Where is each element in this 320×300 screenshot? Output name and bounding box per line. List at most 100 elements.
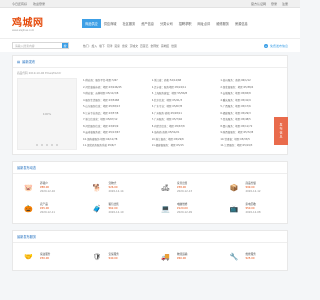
panel-subtitle: 商品代码 2019-10-06 Email/Dutdr [17,71,62,75]
topbar-link-1[interactable]: 今日还有好 [12,2,27,6]
nav-item-5[interactable]: 分类公司 [157,19,176,28]
news-column-2: 1.浙江省：商机:52/14/68 2.辽宁省：服务地区:05/24/11 3.… [152,78,215,150]
news-item[interactable]: 11.福建省服务：地区:05/15 [152,143,215,150]
latest-services-section: 最新发布服务 🤝 家政服务 ¥30.00 🛡 安保服务 ¥40.00 🚚 物流运… [12,230,288,271]
news-item[interactable]: 11.湖北商务服务系统 05/6/7 [83,143,146,150]
top-links: 今日还有好 欢迎登录 [12,2,50,6]
latest-dynamics-section: 最新发布动态 🐷 养猪户 ¥88.00 2020-12-16 🐕 宠物犬 ¥26… [12,161,288,224]
logo-subtitle: www.slsjihua.com [12,29,35,32]
search-button[interactable]: 搜 [62,43,68,48]
slider-dots [36,144,58,146]
header: 鸡城网 www.slsjihua.com 商品供应 供应商城 社区服务 资产信息… [0,8,300,38]
register-link[interactable]: 注册 [282,2,288,6]
product-icon: 🛋 [158,181,173,194]
section-title: 最新发布动态 [13,162,287,174]
product-card[interactable]: 🐷 养猪户 ¥88.00 2020-12-16 [13,177,82,198]
dynamics-grid: 🐷 养猪户 ¥88.00 2020-12-16 🐕 宠物犬 ¥26.00 202… [13,174,287,223]
latest-panel: ▤ 最新发布 商品代码 2019-10-06 Email/Dutdr 100% … [12,55,288,155]
service-name: 家政服务 [40,252,51,256]
product-card[interactable]: 📦 商品仓储 ¥99.00 2020-12-12 [219,177,288,198]
slider-dot[interactable] [46,144,48,146]
product-icon: 🐷 [21,181,36,194]
hot-keyword[interactable]: 河津 [107,44,113,48]
list-icon: ▤ [17,59,21,64]
product-date: 2020-12-14 [108,189,124,193]
service-price: ¥25.00 [245,256,255,260]
product-date: 2020-12-16 [40,189,56,193]
product-icon: 🐕 [89,181,105,194]
service-price: ¥30.00 [40,256,50,260]
nav-item-2[interactable]: 供应商城 [101,19,120,28]
product-icon: 🎃 [21,202,36,215]
nav-item-4[interactable]: 资产信息 [138,19,157,28]
slider-dot[interactable] [56,144,58,146]
product-icon: 📺 [226,202,242,215]
product-date: 2020-12-12 [245,189,261,193]
product-card[interactable]: 📺 家电回收 ¥50.00 2020-12-08 [219,198,288,219]
main-content: 100% 1.供应商：服务平台-地区:5/67 2.河北省城市商：地区:03/2… [13,78,287,154]
hot-keyword[interactable]: 加入 [92,44,98,48]
product-date: 2020-12-09 [177,210,193,214]
nav-item-6[interactable]: 招聘求职 [176,19,195,28]
service-name: 维修服务 [245,252,256,256]
service-icon: 🛡 [89,250,105,263]
search-placeholder: 请输入搜索内容 [15,43,35,48]
hot-keyword[interactable]: 塘下 [99,44,105,48]
product-icon: 💻 [158,202,173,215]
hot-keyword[interactable]: 京城文 [130,44,138,48]
hot-keyword[interactable]: 吴家 [114,44,120,48]
product-icon: 📦 [226,181,242,194]
nav-item-3[interactable]: 社区服务 [120,19,139,28]
service-price: ¥60.00 [177,256,187,260]
service-card[interactable]: 🔧 维修服务 ¥25.00 [219,247,288,266]
plus-icon: + [263,43,268,48]
service-icon: 🔧 [226,250,242,263]
slider-dot[interactable] [41,144,43,146]
slider-dot[interactable] [51,144,53,146]
top-right-links: 官方认证网 登录 注册 [251,2,288,6]
top-bar: 今日还有好 欢迎登录 官方认证网 登录 注册 [0,0,300,8]
hot-keyword[interactable]: 宗地区 [161,44,169,48]
product-card[interactable]: 🐕 宠物犬 ¥26.00 2020-12-14 [82,177,151,198]
search-input[interactable]: 请输入搜索内容 搜 [12,42,69,49]
slider-label: 100% [42,112,52,116]
hot-keyword[interactable]: 金铎优 [150,44,158,48]
product-icon: 🧳 [89,202,105,215]
product-date: 2020-12-08 [245,210,261,214]
product-date: 2020-12-11 [40,210,56,214]
site-logo[interactable]: 鸡城网 www.slsjihua.com [12,13,67,33]
product-card[interactable]: 💻 电脑维修 ¥120.00 2020-12-09 [150,198,219,219]
topbar-link-2[interactable]: 欢迎登录 [33,2,45,6]
topbar-official[interactable]: 官方认证网 [251,2,266,6]
side-publish-tag[interactable]: 发布信息 [274,117,288,145]
product-card[interactable]: 🧳 箱包出售 ¥62.00 2020-12-10 [82,198,151,219]
nav-item-7[interactable]: 网址点评 [195,19,214,28]
publish-label: 免费发布信息 [269,43,288,48]
service-card[interactable]: 🚚 物流运输 ¥60.00 [150,247,219,266]
service-name: 物流运输 [177,252,188,256]
services-grid: 🤝 家政服务 ¥30.00 🛡 安保服务 ¥40.00 🚚 物流运输 ¥60.0… [13,243,287,270]
nav-item-8[interactable]: 维修服务 [213,19,232,28]
product-card[interactable]: 🛋 家具出售 ¥38.00 2020-12-13 [150,177,219,198]
image-slider[interactable]: 100% [17,78,77,150]
slider-dot[interactable] [36,144,38,146]
product-date: 2020-12-13 [177,189,193,193]
panel-title: ▤ 最新发布 [13,56,287,68]
service-card[interactable]: 🛡 安保服务 ¥40.00 [82,247,151,266]
hot-keyword[interactable]: 世贤 [171,44,177,48]
hot-keyword[interactable]: 百富亿 [140,44,148,48]
service-price: ¥40.00 [108,256,118,260]
login-link[interactable]: 登录 [271,2,277,6]
service-icon: 🚚 [158,250,173,263]
hot-keywords: 热门: 加入 塘下 河津 吴家 雷家 京城文 百富亿 金铎优 宗地区 世贤 [83,44,177,48]
product-card[interactable]: 🎃 农产品 ¥45.00 2020-12-11 [13,198,82,219]
nav-item-1[interactable]: 商品供应 [82,18,101,28]
service-icon: 🤝 [21,250,36,263]
hot-keyword[interactable]: 雷家 [122,44,128,48]
product-date: 2020-12-10 [108,210,124,214]
service-name: 安保服务 [108,252,119,256]
service-card[interactable]: 🤝 家政服务 ¥30.00 [13,247,82,266]
nav-item-9[interactable]: 房源信息 [232,19,251,28]
publish-button[interactable]: + 免费发布信息 [263,43,288,48]
search-row: 请输入搜索内容 搜 热门: 加入 塘下 河津 吴家 雷家 京城文 百富亿 金铎优… [0,38,300,52]
